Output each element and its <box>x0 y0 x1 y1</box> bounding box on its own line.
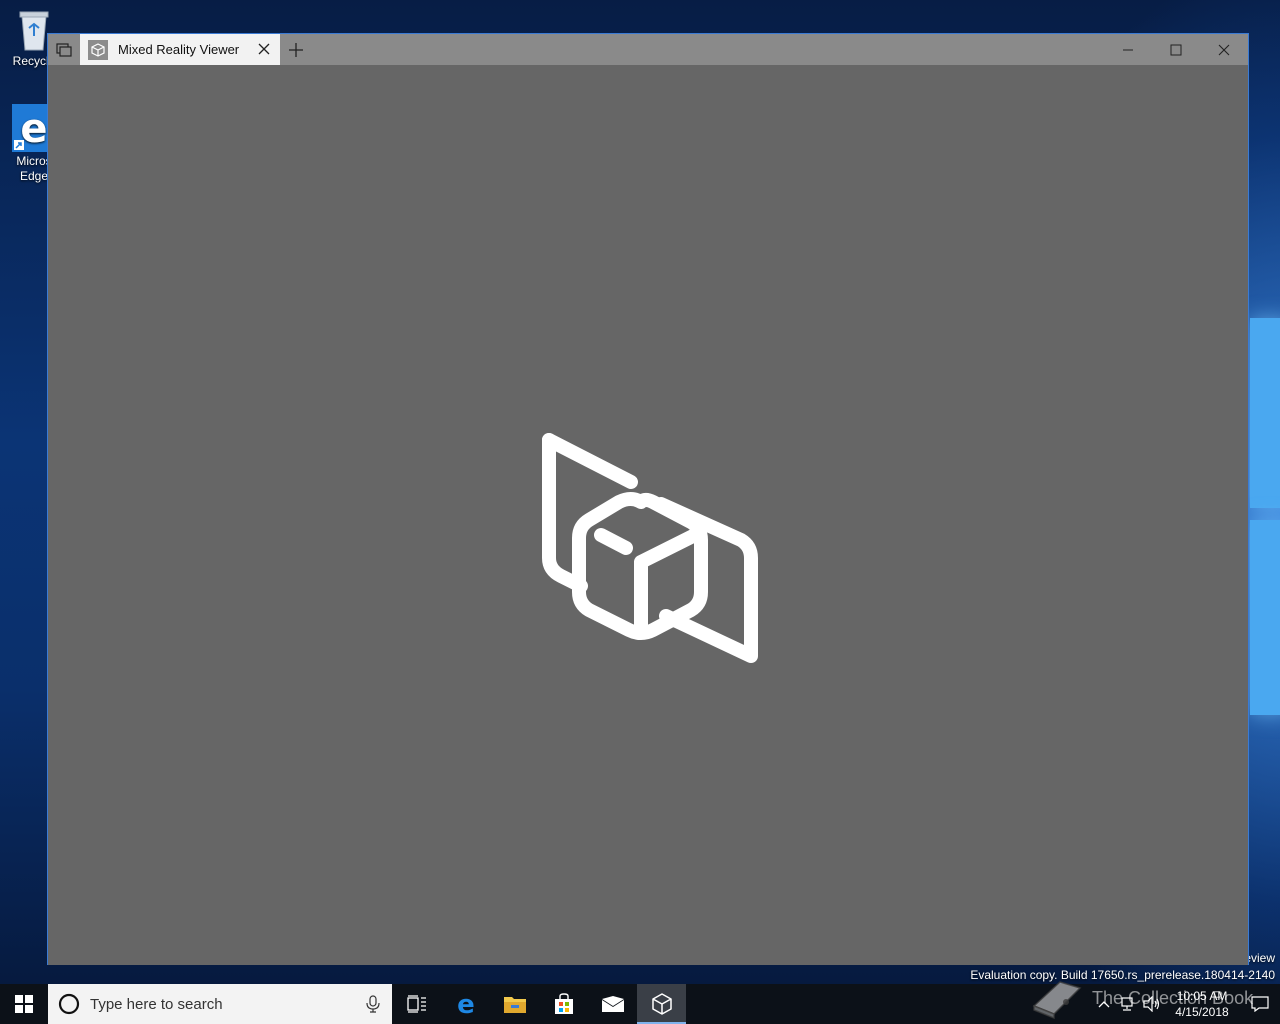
tab-mixed-reality-viewer[interactable]: Mixed Reality Viewer <box>80 34 280 65</box>
titlebar-drag-area[interactable] <box>312 34 1104 65</box>
store-icon <box>554 993 573 1014</box>
show-hidden-icons-button[interactable] <box>1092 984 1116 1024</box>
mixed-reality-viewer-window: Mixed Reality Viewer <box>47 33 1249 965</box>
action-center-button[interactable] <box>1240 984 1280 1024</box>
set-aside-tabs-button[interactable] <box>48 34 80 65</box>
wallpaper-logo-pane <box>1250 318 1280 508</box>
svg-text:e: e <box>20 106 47 152</box>
maximize-button[interactable] <box>1152 34 1200 65</box>
minimize-button[interactable] <box>1104 34 1152 65</box>
volume-button[interactable] <box>1140 984 1164 1024</box>
edge-icon: e <box>457 992 475 1016</box>
tab-list-icon <box>56 42 72 57</box>
maximize-icon <box>1170 44 1182 55</box>
file-explorer-button[interactable] <box>490 984 539 1024</box>
new-tab-button[interactable] <box>280 34 312 65</box>
mail-button[interactable] <box>588 984 637 1024</box>
minimize-icon <box>1123 49 1133 50</box>
titlebar[interactable]: Mixed Reality Viewer <box>48 34 1248 65</box>
windows-logo-icon <box>15 995 33 1013</box>
close-icon <box>258 43 270 55</box>
mixed-reality-viewer-taskbar-button[interactable] <box>637 984 686 1024</box>
taskbar-clock[interactable]: 10:05 AM 4/15/2018 <box>1164 988 1240 1020</box>
start-button[interactable] <box>0 984 48 1024</box>
cortana-icon <box>58 993 80 1015</box>
speaker-icon <box>1143 996 1160 1012</box>
taskbar: e <box>0 984 1280 1024</box>
cube-icon <box>88 39 108 60</box>
viewer-content[interactable] <box>48 65 1248 965</box>
microphone-icon[interactable] <box>366 995 380 1013</box>
file-explorer-icon <box>503 997 526 1013</box>
search-input[interactable] <box>90 995 350 1013</box>
evaluation-watermark: Evaluation copy. Build 17650.rs_prerelea… <box>970 968 1275 982</box>
task-view-button[interactable] <box>392 984 441 1024</box>
plus-icon <box>289 42 303 57</box>
network-icon <box>1121 997 1133 1011</box>
taskbar-search-box[interactable] <box>48 984 392 1024</box>
clock-time: 10:05 AM <box>1176 989 1228 1003</box>
mixed-reality-viewer-icon <box>651 993 672 1015</box>
store-button[interactable] <box>539 984 588 1024</box>
chevron-up-icon <box>1098 1001 1110 1008</box>
close-tab-button[interactable] <box>256 41 272 57</box>
tab-title: Mixed Reality Viewer <box>118 42 240 57</box>
task-view-icon <box>406 995 426 1013</box>
mail-icon <box>601 996 624 1012</box>
svg-text:e: e <box>457 992 475 1016</box>
system-tray: 10:05 AM 4/15/2018 <box>1092 984 1280 1024</box>
notification-icon <box>1251 996 1269 1012</box>
clock-date: 4/15/2018 <box>1175 1005 1229 1019</box>
mixed-reality-cube-icon <box>542 433 758 663</box>
close-icon <box>1218 44 1230 55</box>
edge-taskbar-button[interactable]: e <box>441 984 490 1024</box>
close-window-button[interactable] <box>1200 34 1248 65</box>
network-button[interactable] <box>1116 984 1140 1024</box>
wallpaper-logo-pane <box>1250 520 1280 715</box>
